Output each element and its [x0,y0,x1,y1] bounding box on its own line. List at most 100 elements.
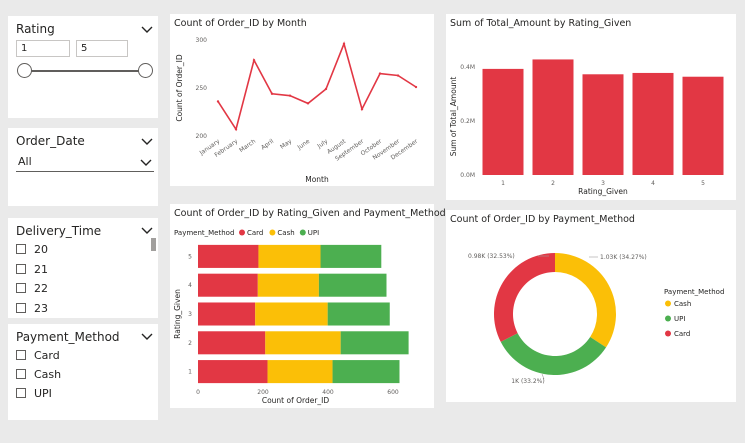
legend-title: Payment_Method [174,229,234,237]
rating-min-input[interactable]: 1 [16,40,70,57]
y-tick-label: 5 [188,253,192,260]
legend-marker [299,229,306,236]
checkbox[interactable] [16,350,26,360]
legend-marker [665,300,671,307]
rating-bar-chart: 0.0M 0.2M 0.4M 1 2 3 4 5 Rating_Given Sum of Tota… [449,59,724,196]
list-item[interactable]: Cash [16,367,61,381]
donut-visual[interactable]: Count of Order_ID by Payment_Method 1.03… [446,210,736,402]
series-line [217,41,417,132]
delivery-time-slicer: Delivery_Time 20 21 22 23 [8,218,158,318]
legend-label: UPI [674,315,685,323]
bar-segment [265,331,341,355]
rating-max-input[interactable]: 5 [76,40,128,57]
bar-segment [320,244,382,268]
delivery-time-label: 21 [34,262,48,276]
x-tick-label: 200 [257,389,269,396]
payment-method-slicer: Payment_Method Card Cash UPI [8,324,158,420]
rating-slicer-title: Rating [16,22,55,36]
delivery-time-label: 20 [34,242,48,256]
list-item[interactable]: 22 [16,281,48,295]
bar-segment [318,273,387,297]
x-tick-label: 2 [551,180,555,187]
x-tick-label: 400 [322,389,334,396]
bar [632,72,674,175]
legend-marker [269,229,276,236]
bar-segment [255,302,328,326]
legend-label: Cash [277,229,294,237]
legend-label: Card [674,330,690,338]
list-item[interactable]: 23 [16,301,48,315]
bar-segment [198,244,259,268]
list-item[interactable]: 21 [16,262,48,276]
checkbox[interactable] [16,244,26,254]
delivery-time-label: 23 [34,301,48,315]
line-point [306,102,310,105]
stacked-bar-visual[interactable]: Count of Order_ID by Rating_Given and Pa… [170,204,446,408]
order-date-dropdown[interactable]: All [16,152,154,172]
bar-segment [258,244,321,268]
bar-segment [198,360,268,384]
x-tick-label: April [260,138,276,152]
rating-slider-max-handle[interactable] [138,63,153,78]
line-point [270,92,274,95]
x-tick-label: 600 [387,389,399,396]
x-axis-title: Count of Order_ID [262,396,330,405]
y-tick-label: 300 [196,37,208,44]
bar [582,74,624,175]
checkbox[interactable] [16,369,26,379]
x-tick-label: 1 [501,180,505,187]
x-tick-label: 3 [601,180,605,187]
legend-marker [665,315,671,322]
y-tick-label: 0.0M [460,172,475,179]
x-axis-title: Rating_Given [578,187,628,196]
list-item[interactable]: Card [16,348,60,362]
stacked-bar-chart: Payment_Method Card Cash UPI 5 4 3 2 1 0 200 400 600… [173,229,409,405]
line-point [252,58,256,62]
month-line-visual[interactable]: Count of Order_ID by Month 200 250 300 Janu… [170,14,434,186]
rating-slider-min-handle[interactable] [17,63,32,78]
y-tick-label: 250 [196,85,208,92]
chevron-down-icon[interactable] [141,333,153,341]
payment-method-label: Card [34,348,60,362]
checkbox[interactable] [16,264,26,274]
chevron-down-icon[interactable] [141,26,153,34]
bar-segment [267,360,333,384]
legend-title: Payment_Method [664,288,724,296]
delivery-time-label: 22 [34,281,48,295]
line-point [396,74,400,77]
delivery-time-slicer-title: Delivery_Time [16,224,102,238]
y-tick-label: 200 [196,133,208,140]
data-label: 1.03K (34.27%) [600,254,647,261]
x-axis-title: Month [305,175,329,184]
list-item[interactable]: 20 [16,242,48,256]
line-point [378,72,382,75]
y-axis-title: Count of Order_ID [175,54,184,122]
y-tick-label: 0.4M [460,64,475,71]
bar [482,68,524,175]
list-item[interactable]: UPI [16,386,52,400]
order-date-slicer: Order_Date All [8,128,158,206]
line-point [342,42,346,46]
donut-slice [494,253,555,342]
bar-segment [198,331,266,355]
checkbox[interactable] [16,388,26,398]
y-axis-title: Rating_Given [173,289,182,339]
y-axis-title: Sum of Total_Amount [449,77,458,157]
scrollbar[interactable] [151,238,156,251]
chevron-down-icon[interactable] [141,138,153,146]
line-point [234,128,238,131]
y-tick-label: 3 [188,311,192,318]
y-tick-label: 1 [188,369,192,376]
chevron-down-icon[interactable] [141,227,153,235]
checkbox[interactable] [16,283,26,293]
payment-method-slicer-title: Payment_Method [16,330,120,344]
bar-segment [340,331,409,355]
rating-slicer: Rating 1 5 [8,16,158,118]
checkbox[interactable] [16,303,26,313]
x-tick-label: June [296,138,312,152]
legend-label: UPI [308,229,319,237]
chevron-down-icon [140,159,152,166]
rating-bar-visual[interactable]: Sum of Total_Amount by Rating_Given 0.0M… [446,14,736,200]
bar-segment [198,302,256,326]
legend-label: Card [247,229,263,237]
